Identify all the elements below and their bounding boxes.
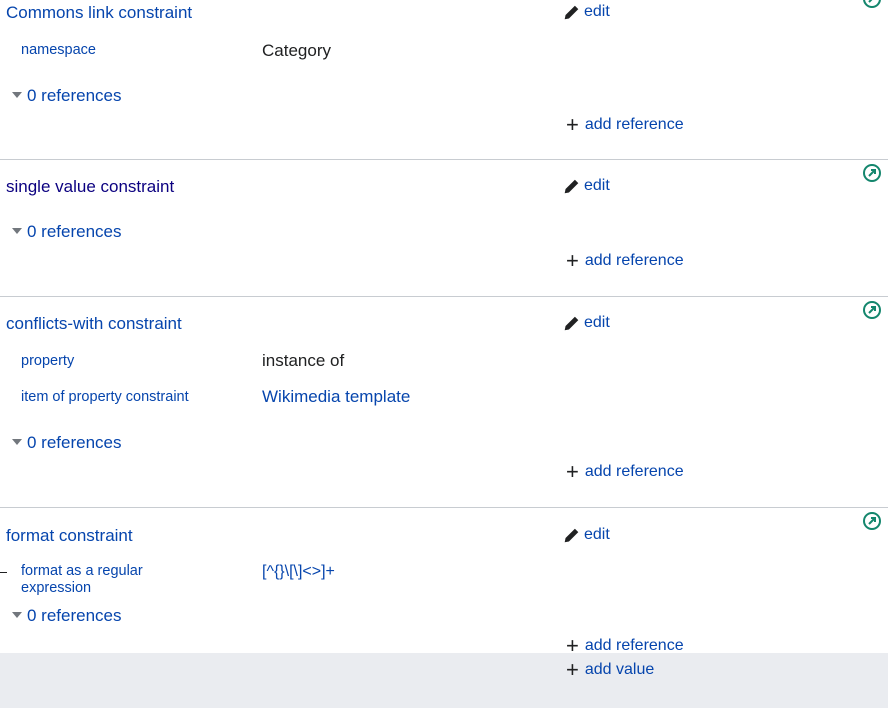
add-reference-label: add reference: [584, 116, 684, 133]
add-reference-label: add reference: [584, 252, 684, 269]
statement-format-constraint: format constraint edit format as a regul…: [0, 507, 888, 658]
plus-icon: +: [566, 657, 579, 682]
plus-icon: +: [566, 633, 579, 658]
caret-down-icon: [12, 438, 22, 445]
edit-button[interactable]: edit: [563, 526, 610, 544]
edit-label: edit: [584, 3, 610, 20]
add-value-label: add value: [584, 661, 655, 678]
statement-value-link[interactable]: Commons link constraint: [6, 3, 192, 23]
statement-single-value-constraint: single value constraint edit 0 reference…: [0, 159, 888, 297]
caret-down-icon: [12, 227, 22, 234]
qualifier-property-link[interactable]: namespace: [21, 42, 96, 58]
edit-label: edit: [584, 314, 610, 331]
add-reference-button[interactable]: + add reference: [566, 112, 684, 137]
statement-value-link[interactable]: conflicts-with constraint: [6, 314, 182, 334]
add-reference-label: add reference: [584, 463, 684, 480]
references-toggle[interactable]: 0 references: [12, 222, 122, 242]
normal-rank-icon[interactable]: [862, 511, 882, 531]
edit-button[interactable]: edit: [563, 3, 610, 21]
qualifier-value: [^{}\[\]<>]+: [262, 563, 335, 580]
references-toggle[interactable]: 0 references: [12, 86, 122, 106]
plus-icon: +: [566, 248, 579, 273]
caret-down-icon: [12, 611, 22, 618]
qualifier-value: instance of: [262, 351, 345, 370]
qualifier-property-link[interactable]: property: [21, 353, 74, 369]
pencil-icon: [564, 5, 579, 19]
pencil-icon: [564, 179, 579, 193]
qualifier-property-link[interactable]: format as a regular expression: [21, 563, 196, 597]
qualifier-value: Category: [262, 41, 331, 60]
statement-conflicts-with-constraint: conflicts-with constraint edit property …: [0, 296, 888, 508]
statement-commons-link-constraint: Commons link constraint edit namespace C…: [0, 0, 888, 160]
references-toggle[interactable]: 0 references: [12, 606, 122, 626]
qualifier-divider: [0, 572, 7, 573]
plus-icon: +: [566, 459, 579, 484]
normal-rank-icon[interactable]: [862, 163, 882, 183]
statement-value-link[interactable]: single value constraint: [6, 177, 174, 197]
references-count: 0 references: [27, 433, 122, 452]
caret-down-icon: [12, 91, 22, 98]
normal-rank-icon[interactable]: [862, 300, 882, 320]
qualifier-property-link[interactable]: item of property constraint: [21, 389, 189, 405]
references-toggle[interactable]: 0 references: [12, 433, 122, 453]
statement-value-link[interactable]: format constraint: [6, 526, 133, 546]
edit-label: edit: [584, 526, 610, 543]
pencil-icon: [564, 528, 579, 542]
add-reference-button[interactable]: + add reference: [566, 459, 684, 484]
edit-button[interactable]: edit: [563, 177, 610, 195]
qualifier-value-link[interactable]: Wikimedia template: [262, 387, 410, 407]
references-count: 0 references: [27, 86, 122, 105]
edit-button[interactable]: edit: [563, 314, 610, 332]
references-count: 0 references: [27, 222, 122, 241]
normal-rank-icon[interactable]: [862, 0, 882, 9]
statement-group-footer: + add value: [0, 653, 888, 708]
pencil-icon: [564, 316, 579, 330]
add-reference-button[interactable]: + add reference: [566, 248, 684, 273]
plus-icon: +: [566, 112, 579, 137]
add-value-button[interactable]: + add value: [566, 657, 655, 682]
references-count: 0 references: [27, 606, 122, 625]
edit-label: edit: [584, 177, 610, 194]
